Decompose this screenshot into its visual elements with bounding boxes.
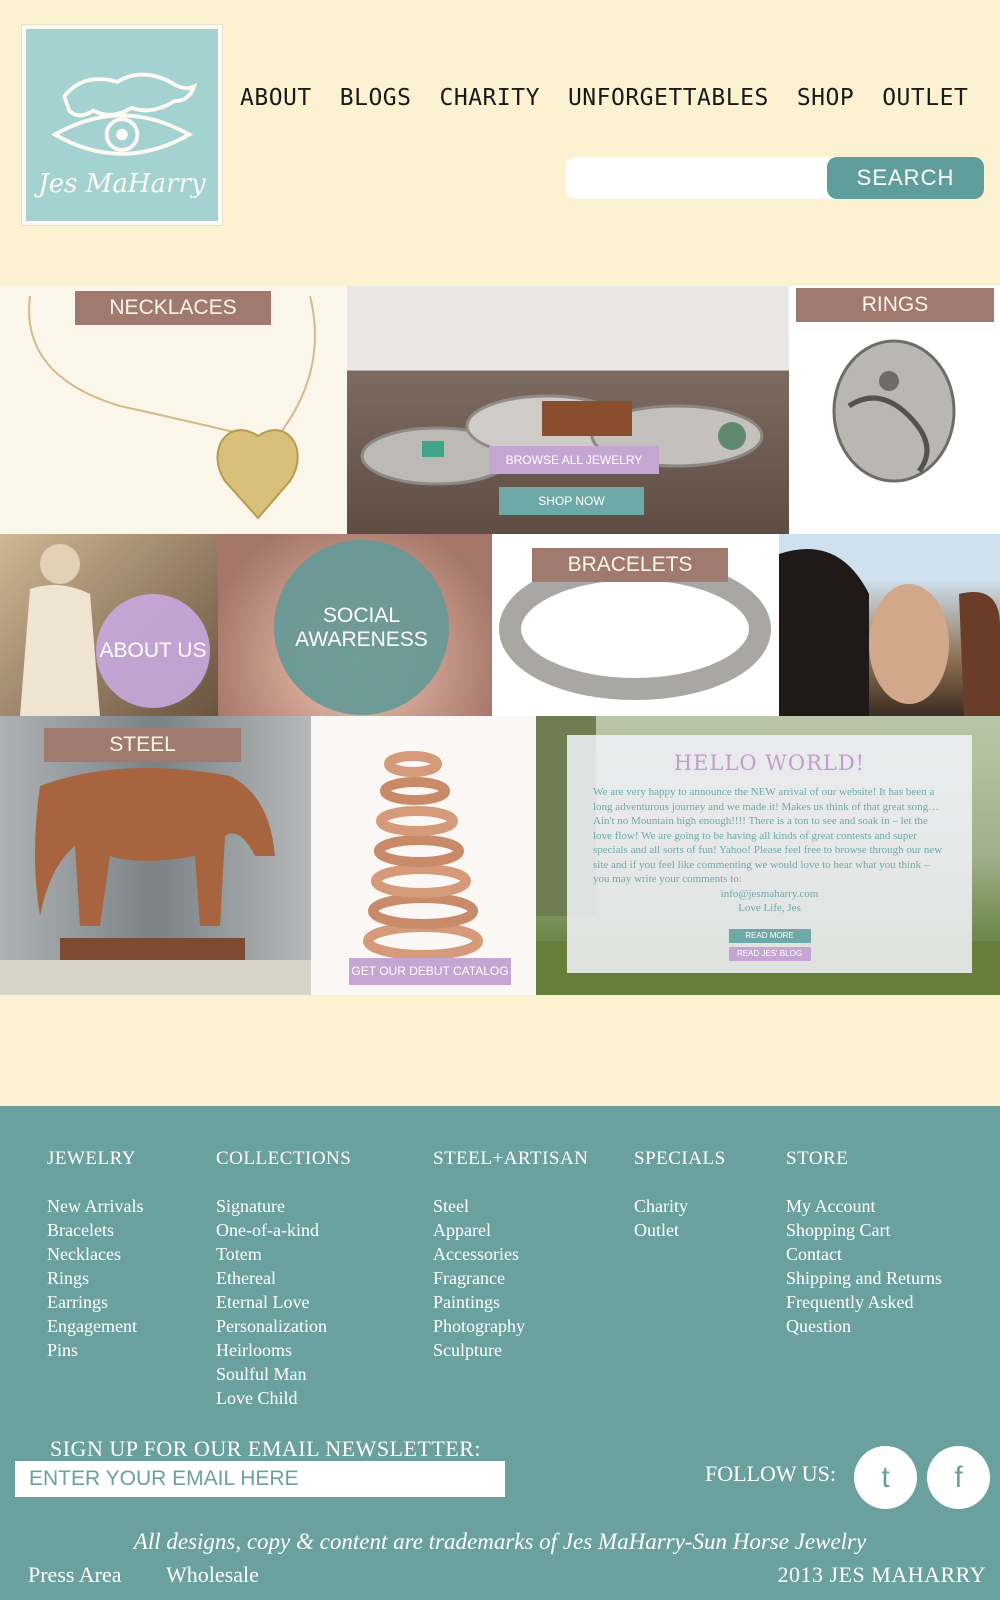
catalog-tile[interactable]: GET OUR DEBUT CATALOG: [311, 716, 536, 995]
footer: JEWELRY New Arrivals Bracelets Necklaces…: [0, 1106, 1000, 1600]
hello-world-panel: HELLO WORLD! We are very happy to announ…: [567, 735, 972, 973]
horses-tile: [779, 534, 1000, 716]
rings-tile[interactable]: RINGS: [789, 286, 1000, 534]
footer-col-title: JEWELRY: [47, 1148, 136, 1169]
signoff: Love Life, Jes: [738, 901, 801, 914]
steel-label: STEEL: [44, 728, 241, 762]
footer-link[interactable]: Photography: [433, 1314, 588, 1338]
octopus-ring-image: [832, 339, 956, 483]
footer-col-title: STORE: [786, 1148, 849, 1169]
footer-col-steel-artisan: STEEL+ARTISAN Steel Apparel Accessories …: [433, 1148, 588, 1362]
facebook-icon[interactable]: f: [927, 1446, 990, 1509]
contact-email[interactable]: info@jesmaharry.com: [593, 887, 946, 901]
necklaces-tile[interactable]: NECKLACES: [0, 286, 347, 534]
steel-tile[interactable]: STEEL: [0, 716, 311, 995]
wholesale-link[interactable]: Wholesale: [166, 1562, 259, 1588]
footer-link[interactable]: Sculpture: [433, 1338, 588, 1362]
footer-link[interactable]: Engagement: [47, 1314, 143, 1338]
footer-col-title: COLLECTIONS: [216, 1148, 352, 1169]
about-us-circle[interactable]: ABOUT US: [96, 594, 210, 708]
footer-link[interactable]: Outlet: [634, 1218, 726, 1242]
footer-link[interactable]: New Arrivals: [47, 1194, 143, 1218]
press-area-link[interactable]: Press Area: [28, 1562, 121, 1588]
footer-col-jewelry: JEWELRY New Arrivals Bracelets Necklaces…: [47, 1148, 143, 1362]
footer-link[interactable]: Totem: [216, 1242, 351, 1266]
footer-link[interactable]: Frequently Asked: [786, 1290, 942, 1314]
footer-col-store: STORE My Account Shopping Cart Contact S…: [786, 1148, 942, 1338]
footer-col-title: SPECIALS: [634, 1148, 726, 1169]
main-nav: ABOUT BLOGS CHARITY UNFORGETTABLES SHOP …: [240, 85, 968, 111]
social-awareness-circle[interactable]: SOCIAL AWARENESS: [274, 540, 449, 715]
about-us-tile[interactable]: ABOUT US: [0, 534, 218, 716]
footer-link[interactable]: Contact: [786, 1242, 942, 1266]
nav-about[interactable]: ABOUT: [240, 85, 312, 111]
footer-link[interactable]: My Account: [786, 1194, 942, 1218]
footer-link[interactable]: Question: [786, 1314, 942, 1338]
footer-col-specials: SPECIALS Charity Outlet: [634, 1148, 726, 1242]
rings-label: RINGS: [796, 288, 994, 322]
hello-world-text: We are very happy to announce the NEW ar…: [593, 786, 943, 885]
nav-outlet[interactable]: OUTLET: [882, 85, 968, 111]
footer-link[interactable]: Bracelets: [47, 1218, 143, 1242]
footer-link[interactable]: Shopping Cart: [786, 1218, 942, 1242]
footer-link[interactable]: Shipping and Returns: [786, 1266, 942, 1290]
nav-charity[interactable]: CHARITY: [440, 85, 540, 111]
bracelets-label: BRACELETS: [532, 548, 728, 582]
search-button[interactable]: SEARCH: [827, 157, 984, 199]
search-input[interactable]: [566, 157, 836, 199]
footer-link[interactable]: Earrings: [47, 1290, 143, 1314]
browse-all-jewelry-button[interactable]: BROWSE ALL JEWELRY: [489, 446, 659, 474]
newsletter-email-input[interactable]: [15, 1461, 505, 1497]
bracelets-tile[interactable]: BRACELETS: [492, 534, 779, 716]
read-more-button[interactable]: READ MORE: [728, 928, 811, 943]
footer-link[interactable]: One-of-a-kind: [216, 1218, 351, 1242]
copyright: 2013 JES MAHARRY: [777, 1562, 986, 1587]
follow-us-label: FOLLOW US:: [705, 1461, 836, 1486]
social-awareness-tile[interactable]: SOCIAL AWARENESS: [218, 534, 492, 716]
newsletter-title: SIGN UP FOR OUR EMAIL NEWSLETTER:: [50, 1436, 482, 1461]
logo-signature: Jes MaHarry: [38, 169, 206, 199]
footer-link[interactable]: Personalization: [216, 1314, 351, 1338]
nav-shop[interactable]: SHOP: [797, 85, 854, 111]
footer-link[interactable]: Signature: [216, 1194, 351, 1218]
footer-link[interactable]: Steel: [433, 1194, 588, 1218]
footer-link[interactable]: Pins: [47, 1338, 143, 1362]
stacked-rings-image: [363, 751, 483, 960]
nav-blogs[interactable]: BLOGS: [340, 85, 412, 111]
necklaces-label: NECKLACES: [75, 291, 271, 325]
logo[interactable]: Jes MaHarry: [22, 25, 222, 225]
footer-link[interactable]: Heirlooms: [216, 1338, 351, 1362]
debut-catalog-button[interactable]: GET OUR DEBUT CATALOG: [349, 958, 511, 985]
footer-link[interactable]: Love Child: [216, 1386, 351, 1410]
footer-link[interactable]: Soulful Man: [216, 1362, 351, 1386]
cuffs-tile: BROWSE ALL JEWELRY SHOP NOW: [347, 286, 789, 534]
twitter-icon[interactable]: t: [854, 1446, 917, 1509]
footer-link[interactable]: Apparel: [433, 1218, 588, 1242]
trademark-notice: All designs, copy & content are trademar…: [133, 1529, 867, 1554]
footer-link[interactable]: Rings: [47, 1266, 143, 1290]
horses-photo-image: [779, 549, 1000, 716]
read-blog-button[interactable]: READ JES' BLOG: [728, 946, 811, 961]
footer-link[interactable]: Paintings: [433, 1290, 588, 1314]
footer-link[interactable]: Charity: [634, 1194, 726, 1218]
footer-link[interactable]: Eternal Love: [216, 1290, 351, 1314]
nav-unforgettables[interactable]: UNFORGETTABLES: [568, 85, 769, 111]
footer-link[interactable]: Ethereal: [216, 1266, 351, 1290]
footer-link[interactable]: Accessories: [433, 1242, 588, 1266]
footer-col-collections: COLLECTIONS Signature One-of-a-kind Tote…: [216, 1148, 351, 1410]
footer-col-title: STEEL+ARTISAN: [433, 1148, 589, 1169]
hello-world-title: HELLO WORLD!: [673, 751, 866, 775]
footer-link[interactable]: Necklaces: [47, 1242, 143, 1266]
footer-link[interactable]: Fragrance: [433, 1266, 588, 1290]
shop-now-button[interactable]: SHOP NOW: [499, 487, 644, 515]
